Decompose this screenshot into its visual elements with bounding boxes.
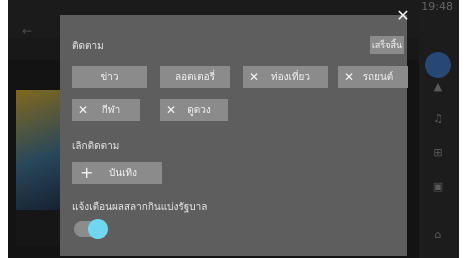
remove-icon[interactable]: ✕ xyxy=(78,103,88,117)
notification-label: แจ้งเตือนผลสลากกินแบ่งรัฐบาล xyxy=(72,202,208,213)
chip-label: ลอตเตอรี่ xyxy=(175,71,215,83)
chip-label: ท่องเที่ยว xyxy=(271,71,310,83)
chip-label: บันเทิง xyxy=(108,167,138,179)
chip-label: ดูดวง xyxy=(187,104,211,116)
chip-travel[interactable]: ✕ ท่องเที่ยว xyxy=(243,66,328,88)
notification-toggle[interactable] xyxy=(74,219,108,239)
follow-settings-dialog: ✕ ติดตาม เสร็จสิ้น ข่าว ลอตเตอรี่ ✕ ท่อง… xyxy=(60,6,410,256)
chip-entertainment[interactable]: + บันเทิง xyxy=(72,162,162,184)
done-button[interactable]: เสร็จสิ้น xyxy=(370,36,404,54)
unfollow-title: เลิกติดตาม xyxy=(72,141,120,152)
following-title: ติดตาม xyxy=(72,41,104,52)
remove-icon[interactable]: ✕ xyxy=(249,70,259,84)
chip-lottery[interactable]: ลอตเตอรี่ xyxy=(160,66,230,88)
chip-label: ข่าว xyxy=(100,71,119,83)
toggle-knob[interactable] xyxy=(88,219,108,239)
chip-label: รถยนต์ xyxy=(362,71,394,83)
app-screen: ← 19:48 ▲ ♫ ⊞ ▣ ⌂ ✕ ติดตาม เสร็จสิ้น ข่า… xyxy=(8,0,459,258)
close-icon[interactable]: ✕ xyxy=(393,6,413,26)
remove-icon[interactable]: ✕ xyxy=(166,103,176,117)
chip-sports[interactable]: ✕ กีฬา xyxy=(72,99,140,121)
plus-icon[interactable]: + xyxy=(80,163,93,183)
chip-label: กีฬา xyxy=(101,104,121,116)
chip-cars[interactable]: ✕ รถยนต์ xyxy=(338,66,408,88)
remove-icon[interactable]: ✕ xyxy=(344,70,354,84)
chip-news[interactable]: ข่าว xyxy=(72,66,147,88)
chip-horoscope[interactable]: ✕ ดูดวง xyxy=(160,99,228,121)
